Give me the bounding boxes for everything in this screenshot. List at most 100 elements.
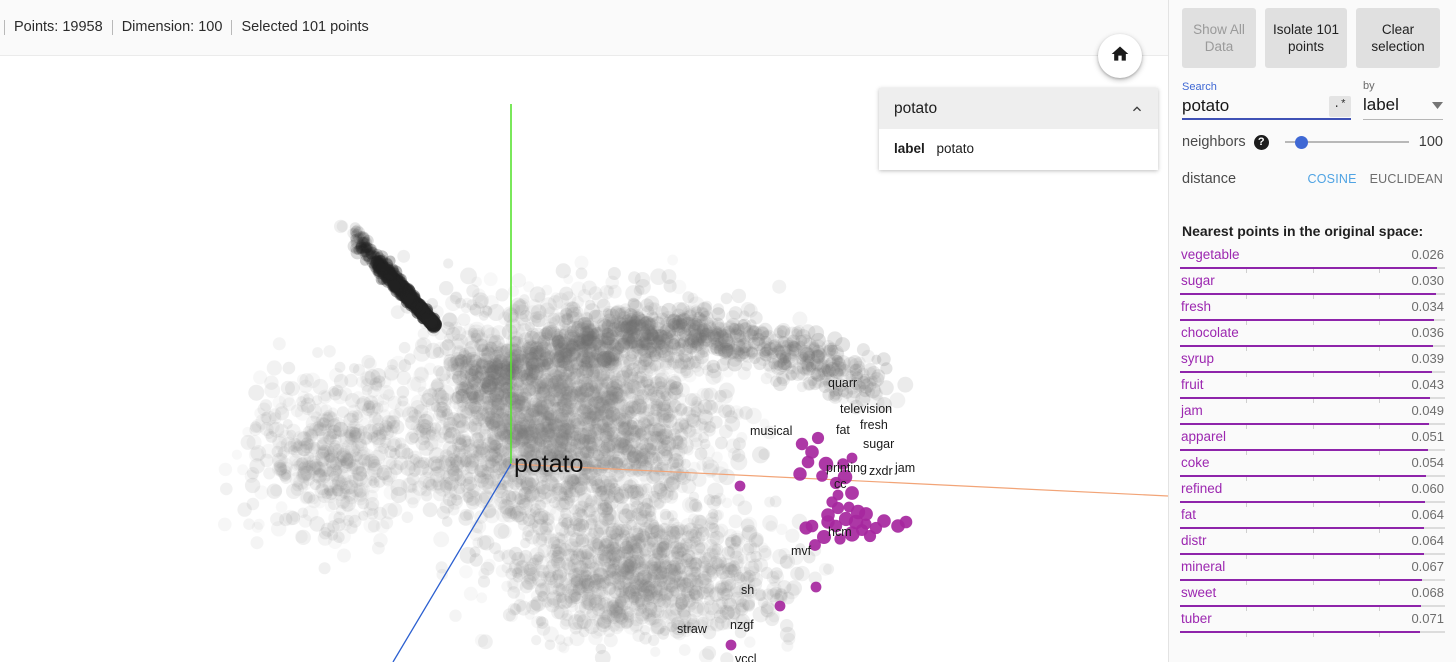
nearest-point-label: refined	[1181, 481, 1223, 496]
nearest-point-distance: 0.043	[1411, 377, 1444, 392]
scatter-point-label: sh	[741, 583, 754, 597]
search-block: Search .* by label	[1169, 68, 1456, 120]
clear-selection-button[interactable]: Clear selection	[1356, 8, 1440, 68]
inspector-panel: Show All Data Isolate 101 points Clear s…	[1168, 0, 1456, 662]
scatter-point-label: nzgf	[730, 618, 754, 632]
nearest-point-row[interactable]: fruit 0.043	[1180, 377, 1445, 403]
nearest-point-distance: 0.067	[1411, 559, 1444, 574]
nearest-point-distance: 0.049	[1411, 403, 1444, 418]
scatter-point-label: quarr	[828, 376, 857, 390]
point-metadata-card[interactable]: potato label potato	[879, 88, 1158, 170]
search-underline	[1182, 118, 1351, 120]
nearest-point-label: fat	[1181, 507, 1197, 522]
scatter-point-label: zxdr	[869, 464, 893, 478]
nearest-point-distance: 0.051	[1411, 429, 1444, 444]
nearest-point-distance: 0.071	[1411, 611, 1444, 626]
nearest-point-row[interactable]: chocolate 0.036	[1180, 325, 1445, 351]
scatter-point-label: vccl	[735, 652, 757, 662]
neighbors-value: 100	[1418, 134, 1443, 150]
nearest-point-label: sweet	[1181, 585, 1217, 600]
nearest-point-label: jam	[1181, 403, 1203, 418]
metadata-card-body: label potato	[879, 129, 1158, 170]
nearest-points-title: Nearest points in the original space:	[1182, 223, 1424, 239]
status-points: Points: 19958	[4, 20, 112, 35]
isolate-points-button[interactable]: Isolate 101 points	[1265, 8, 1347, 68]
nearest-point-label: mineral	[1181, 559, 1226, 574]
nearest-point-row[interactable]: fresh 0.034	[1180, 299, 1445, 325]
visualization-area[interactable]: Points: 19958 Dimension: 100 Selected 10…	[0, 0, 1168, 662]
nearest-point-label: apparel	[1181, 429, 1227, 444]
status-dimension: Dimension: 100	[111, 20, 232, 35]
chevron-up-icon[interactable]	[1129, 101, 1145, 117]
scatter-point-label: hcm	[828, 525, 852, 539]
metadata-row: label potato	[894, 139, 1143, 158]
nearest-point-label: distr	[1181, 533, 1207, 548]
metadata-value: potato	[936, 141, 975, 156]
reset-view-button[interactable]	[1098, 34, 1142, 78]
nearest-point-row[interactable]: syrup 0.039	[1180, 351, 1445, 377]
nearest-point-row[interactable]: tuber 0.071	[1180, 611, 1445, 637]
regex-toggle-button[interactable]: .*	[1329, 96, 1351, 117]
scatter-point-label: musical	[750, 424, 792, 438]
nearest-point-distance: 0.060	[1411, 481, 1444, 496]
distance-control: distance COSINE EUCLIDEAN	[1169, 150, 1456, 187]
metadata-card-title: potato	[894, 99, 938, 117]
nearest-point-label: vegetable	[1181, 247, 1240, 262]
nearest-point-row[interactable]: coke 0.054	[1180, 455, 1445, 481]
question-mark-icon[interactable]: ?	[1253, 134, 1269, 150]
nearest-point-row[interactable]: sugar 0.030	[1180, 273, 1445, 299]
nearest-point-row[interactable]: refined 0.060	[1180, 481, 1445, 507]
search-label: Search	[1182, 81, 1217, 93]
nearest-point-distance: 0.064	[1411, 507, 1444, 522]
chevron-down-icon	[1432, 96, 1443, 114]
search-field: Search .*	[1182, 81, 1351, 120]
scatter-point-label: fresh	[860, 418, 888, 432]
nearest-point-row[interactable]: mineral 0.067	[1180, 559, 1445, 585]
nearest-point-distance: 0.036	[1411, 325, 1444, 340]
scatter-point-label: mvf	[791, 544, 812, 558]
distance-option-euclidean[interactable]: EUCLIDEAN	[1370, 172, 1443, 186]
scatter-point-label: television	[840, 402, 892, 416]
selection-actions: Show All Data Isolate 101 points Clear s…	[1169, 0, 1456, 68]
show-all-data-button[interactable]: Show All Data	[1182, 8, 1256, 68]
nearest-point-label: syrup	[1181, 351, 1215, 366]
nearest-point-distance: 0.064	[1411, 533, 1444, 548]
scatter-point-label: straw	[677, 622, 708, 636]
nearest-point-row[interactable]: fat 0.064	[1180, 507, 1445, 533]
search-by-field: by label	[1363, 80, 1443, 120]
nearest-point-row[interactable]: apparel 0.051	[1180, 429, 1445, 455]
nearest-point-label: fresh	[1181, 299, 1212, 314]
scatter-point-label: jam	[894, 461, 915, 475]
status-selected: Selected 101 points	[231, 20, 377, 35]
neighbors-label: neighbors	[1182, 134, 1246, 150]
background-points	[218, 219, 914, 662]
scatter-point-label: cc	[834, 477, 847, 491]
search-input-row: .*	[1182, 96, 1351, 120]
projector-app: Points: 19958 Dimension: 100 Selected 10…	[0, 0, 1456, 662]
nearest-point-row[interactable]: sweet 0.068	[1180, 585, 1445, 611]
nearest-point-label: sugar	[1181, 273, 1215, 288]
search-by-label: by	[1363, 80, 1375, 92]
nearest-point-distance: 0.034	[1411, 299, 1444, 314]
nearest-point-distance: 0.039	[1411, 351, 1444, 366]
scatter-point-label: sugar	[863, 437, 894, 451]
distance-label: distance	[1182, 171, 1237, 187]
nearest-point-row[interactable]: vegetable 0.026	[1180, 247, 1445, 273]
nearest-point-distance: 0.030	[1411, 273, 1444, 288]
neighbors-slider[interactable]	[1284, 134, 1409, 150]
scatter-point-label: fat	[836, 423, 850, 437]
nearest-points-list: vegetable 0.026 sugar 0.030 fresh 0.034 chocol…	[1169, 247, 1456, 637]
search-by-select[interactable]: label	[1363, 95, 1443, 120]
search-input[interactable]	[1182, 96, 1351, 120]
slider-thumb[interactable]	[1294, 135, 1308, 149]
neighbors-control: neighbors ? 100	[1169, 120, 1456, 150]
metadata-card-header[interactable]: potato	[879, 88, 1158, 129]
distance-option-cosine[interactable]: COSINE	[1308, 172, 1357, 186]
distance-bar-ticks	[1180, 633, 1445, 637]
nearest-point-row[interactable]: jam 0.049	[1180, 403, 1445, 429]
search-by-value: label	[1363, 95, 1399, 114]
origin-point-label: potato	[514, 450, 584, 478]
home-icon	[1110, 44, 1130, 69]
nearest-point-row[interactable]: distr 0.064	[1180, 533, 1445, 559]
nearest-point-label: fruit	[1181, 377, 1204, 392]
